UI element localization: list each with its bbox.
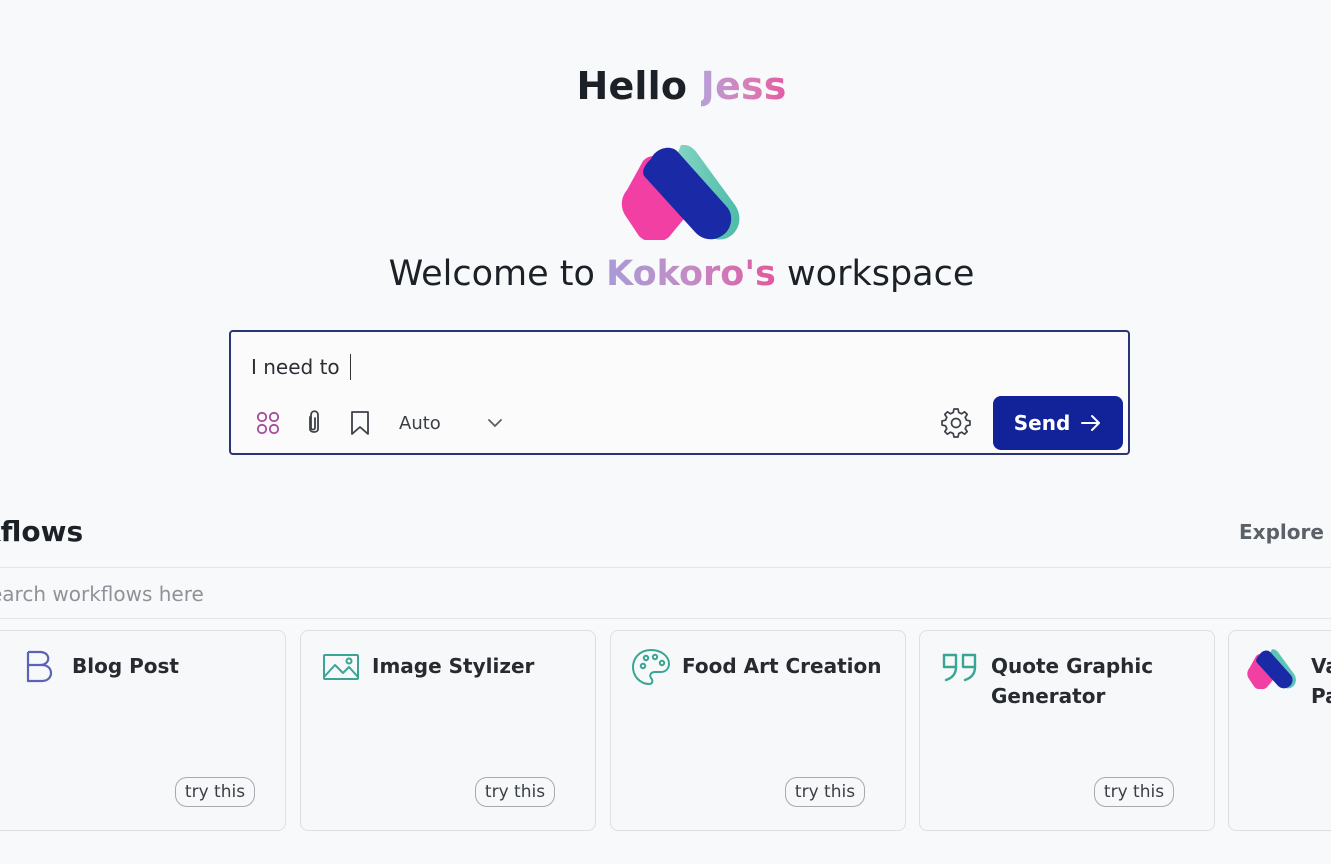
- workflow-search-input[interactable]: [0, 578, 692, 610]
- workflow-card-quote-graphic-generator[interactable]: Quote Graphic Generator try this: [919, 630, 1215, 831]
- greeting-name: Jess: [700, 64, 787, 108]
- attach-button[interactable]: [299, 408, 329, 438]
- apps-button[interactable]: [253, 408, 283, 438]
- welcome-heading: Welcome to Kokoro's workspace: [0, 254, 1331, 294]
- prompt-input[interactable]: [251, 352, 951, 382]
- text-caret: [350, 354, 351, 380]
- bookmark-button[interactable]: [345, 408, 375, 438]
- try-this-button[interactable]: try this: [175, 777, 255, 807]
- workflow-card-partial[interactable]: Va Pa: [1228, 630, 1331, 831]
- kokoro-logo-icon: [1247, 649, 1296, 689]
- welcome-brand: Kokoro's: [606, 254, 776, 294]
- workflow-search-bar: [0, 567, 1331, 619]
- welcome-prefix: Welcome to: [388, 254, 595, 294]
- workflow-card-image-stylizer[interactable]: Image Stylizer try this: [300, 630, 596, 831]
- explore-link[interactable]: Explore n: [1239, 520, 1331, 544]
- workflow-card-blog-post[interactable]: Blog Post try this: [0, 630, 286, 831]
- try-this-button[interactable]: try this: [785, 777, 865, 807]
- workspace-page: Hello Jess Welcome to Kokoro's workspace: [0, 0, 1331, 864]
- greeting-prefix: Hello: [576, 64, 688, 108]
- try-this-button[interactable]: try this: [475, 777, 555, 807]
- chevron-down-icon: [488, 419, 502, 428]
- workflow-card-title: Va Pa: [1311, 654, 1331, 708]
- letter-b-icon: [26, 650, 53, 683]
- settings-button[interactable]: [941, 408, 971, 438]
- send-button-label: Send: [1013, 411, 1071, 435]
- workflow-card-title: Image Stylizer: [372, 654, 535, 678]
- workflow-card-title: Quote Graphic Generator: [991, 654, 1154, 708]
- bookmark-icon: [351, 411, 369, 435]
- kokoro-logo: [621, 145, 740, 240]
- gear-icon: [941, 408, 971, 438]
- arrow-right-icon: [1081, 415, 1101, 431]
- try-this-button[interactable]: try this: [1094, 777, 1174, 807]
- send-button[interactable]: Send: [993, 396, 1123, 450]
- palette-icon: [632, 649, 670, 685]
- mode-select[interactable]: Auto: [399, 408, 503, 438]
- apps-icon: [256, 411, 280, 435]
- prompt-box: Auto Send: [229, 330, 1130, 455]
- workflow-card-food-art-creation[interactable]: Food Art Creation try this: [610, 630, 906, 831]
- mode-select-value: Auto: [399, 412, 441, 434]
- image-icon: [323, 654, 359, 680]
- paperclip-icon: [309, 410, 319, 433]
- workflows-title: kflows: [0, 515, 84, 548]
- workflow-card-title: Blog Post: [72, 654, 179, 678]
- greeting-heading: Hello Jess: [0, 64, 1331, 108]
- quote-icon: [942, 653, 977, 682]
- workflow-card-title: Food Art Creation: [682, 654, 882, 678]
- welcome-suffix: workspace: [787, 254, 975, 294]
